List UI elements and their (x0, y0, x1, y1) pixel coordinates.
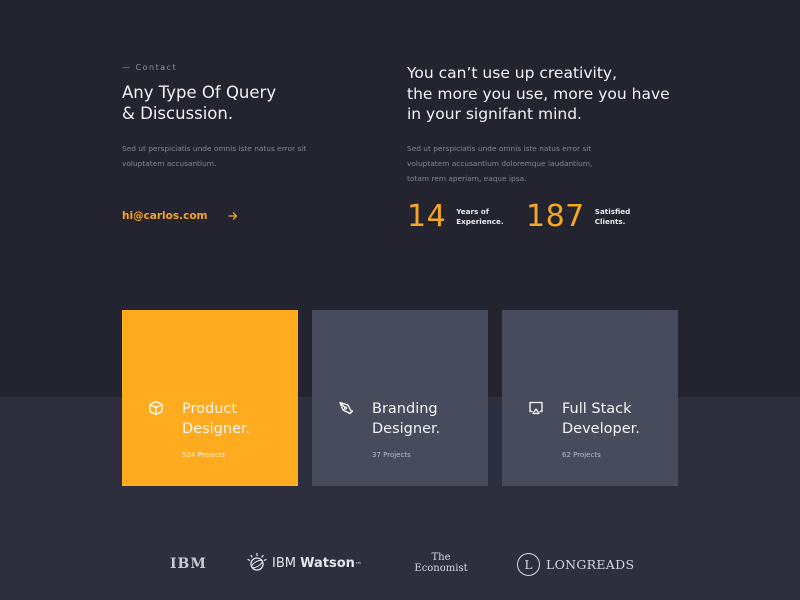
service-card-product-designer[interactable]: Product Designer. 524 Projects (122, 310, 298, 486)
longreads-text: LONGREADS (546, 557, 635, 572)
watson-trademark: ™ (354, 560, 362, 569)
monitor-icon (529, 401, 543, 415)
longreads-logo: L LONGREADS (517, 553, 634, 576)
stat-value: 14 (407, 199, 447, 234)
watson-globe-icon (247, 552, 267, 571)
contact-title: Any Type Of Query & Discussion. (122, 82, 362, 124)
pen-nib-icon (339, 401, 354, 415)
ibm-watson-logo: IBM Watson™ (246, 552, 362, 574)
watson-text: IBM Watson™ (272, 556, 362, 571)
stat-label-line2: Experience. (456, 217, 504, 226)
stat-label-line2: Clients. (594, 217, 626, 226)
economist-line2: Economist (414, 563, 468, 574)
ibm-logo: IBM (170, 556, 207, 572)
stat-label-line1: Years of (456, 207, 489, 216)
arrow-right-icon[interactable] (227, 211, 238, 221)
service-project-count: 37 Projects (372, 451, 411, 459)
service-title-line2: Designer. (372, 421, 441, 437)
contact-title-line2: & Discussion. (122, 104, 234, 123)
watson-brand: IBM (272, 555, 296, 571)
service-title-line1: Product (182, 401, 238, 417)
quote-line2: the more you use, more you have (407, 84, 670, 103)
service-project-count: 524 Projects (182, 451, 226, 459)
service-title-line2: Designer. (182, 421, 251, 437)
about-description: Sed ut perspiciatis unde omnis iste natu… (407, 144, 593, 183)
stat-clients: 187 Satisfied Clients. (526, 200, 655, 234)
service-title-line2: Developer. (562, 421, 640, 437)
service-card-branding-designer[interactable]: Branding Designer. 37 Projects (312, 310, 488, 486)
watson-product: Watson (300, 555, 355, 571)
quote-line3: in your signifant mind. (407, 105, 582, 123)
stat-value: 187 (526, 199, 585, 234)
stat-label: Satisfied Clients. (595, 207, 655, 227)
contact-title-line1: Any Type Of Query (122, 83, 277, 102)
email-link[interactable]: hi@carlos.com (122, 210, 238, 222)
stat-label: Years of Experience. (456, 207, 516, 227)
longreads-mark: L (517, 553, 540, 576)
service-title-line1: Branding (372, 401, 438, 417)
contact-description: Sed ut perspiciatis unde omnis iste natu… (122, 144, 307, 168)
service-project-count: 62 Projects (562, 451, 601, 459)
service-title: Full Stack Developer. (562, 399, 672, 439)
economist-line1: The (431, 552, 451, 563)
cube-icon (149, 400, 163, 416)
stat-experience: 14 Years of Experience. (407, 200, 516, 234)
service-title: Product Designer. (182, 399, 292, 439)
economist-logo: The Economist (408, 552, 474, 574)
service-title: Branding Designer. (372, 399, 482, 439)
contact-kicker: — Contact (122, 63, 178, 72)
stat-label-line1: Satisfied (594, 207, 631, 216)
about-quote: You can’t use up creativity, the more yo… (407, 63, 697, 125)
quote-line1: You can’t use up creativity, (407, 64, 617, 82)
service-title-line1: Full Stack (562, 401, 632, 417)
service-card-full-stack-developer[interactable]: Full Stack Developer. 62 Projects (502, 310, 678, 486)
email-address[interactable]: hi@carlos.com (122, 210, 208, 222)
